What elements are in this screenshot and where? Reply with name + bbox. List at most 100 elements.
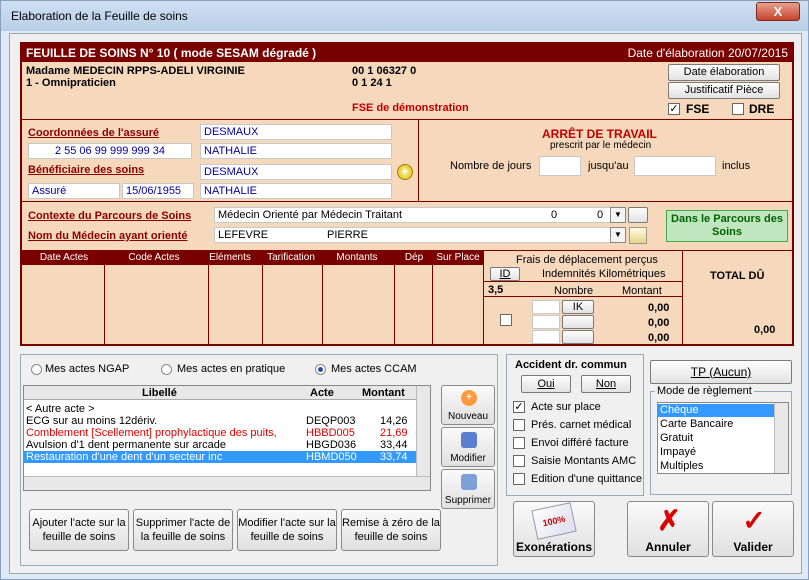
insured-firstname-field[interactable]: NATHALIE bbox=[200, 143, 392, 159]
main-window: Elaboration de la Feuille de soins X FEU… bbox=[0, 0, 809, 580]
until-date-input[interactable] bbox=[634, 156, 716, 176]
row-montant: 33,44 bbox=[380, 439, 408, 451]
days-label: Nombre de jours bbox=[450, 160, 532, 172]
add-act-button[interactable]: Ajouter l'acte sur la feuille de soins bbox=[29, 509, 129, 551]
frais-checkbox[interactable] bbox=[500, 314, 512, 326]
inclus-label: inclus bbox=[722, 160, 751, 172]
amount-1: 0,00 bbox=[648, 302, 670, 314]
edit-icon bbox=[461, 432, 477, 448]
vertical-scrollbar[interactable] bbox=[416, 386, 430, 476]
ik-button-3[interactable] bbox=[562, 330, 594, 344]
col-sur-place: Sur Place bbox=[436, 252, 480, 263]
nouveau-button[interactable]: + Nouveau bbox=[441, 385, 495, 425]
row-acte: HBBD005 bbox=[306, 427, 355, 439]
fse-label: FSE bbox=[686, 102, 710, 116]
fse-checkbox[interactable]: ✓ bbox=[668, 103, 680, 115]
payment-scrollbar[interactable] bbox=[774, 403, 788, 473]
exonerations-button[interactable]: 100% Exonérations bbox=[513, 501, 595, 557]
accident-non-button[interactable]: Non bbox=[581, 375, 631, 393]
col-montant: Montant bbox=[362, 387, 405, 399]
id-button[interactable]: ID bbox=[490, 267, 520, 281]
radio-ccam[interactable] bbox=[315, 364, 326, 375]
carnet-medical-checkbox[interactable] bbox=[513, 419, 525, 431]
valider-button[interactable]: ✓ Valider bbox=[712, 501, 794, 557]
modify-act-button[interactable]: Modifier l'acte sur la feuille de soins bbox=[237, 509, 337, 551]
coord-assure-link[interactable]: Coordonnées de l'assuré bbox=[28, 127, 159, 139]
ik-input-3[interactable] bbox=[532, 330, 560, 344]
days-input[interactable] bbox=[539, 156, 581, 176]
parcours-num-1: 0 bbox=[551, 209, 558, 221]
payment-mode-item[interactable]: Multiples bbox=[660, 460, 703, 472]
insured-name-field[interactable]: DESMAUX bbox=[200, 124, 392, 140]
divider bbox=[22, 201, 792, 202]
list-item[interactable]: ECG sur au moins 12dériv. DEQP003 14,26 bbox=[24, 415, 416, 427]
checkmark-icon: ✓ bbox=[742, 505, 766, 536]
acts-list[interactable]: Libellé Acte Montant < Autre acte > ECG … bbox=[23, 385, 431, 491]
date-elaboration-button[interactable]: Date élaboration bbox=[668, 64, 780, 81]
content-area: FEUILLE DE SOINS N° 10 ( mode SESAM dégr… bbox=[9, 33, 802, 574]
parcours-dropdown-icon[interactable]: ▼ bbox=[610, 207, 626, 223]
payment-mode-item-selected[interactable]: Chèque bbox=[658, 404, 774, 417]
doctor-last: LEFEVRE bbox=[218, 229, 269, 241]
accident-panel: Accident dr. commun Oui Non ✓ Acte sur p… bbox=[506, 354, 644, 496]
list-item[interactable]: < Autre acte > bbox=[24, 403, 416, 415]
radio-ccam-label: Mes actes CCAM bbox=[331, 363, 417, 375]
quittance-checkbox[interactable] bbox=[513, 473, 525, 485]
payment-mode-item[interactable]: Impayé bbox=[660, 446, 696, 458]
justificatif-piece-button[interactable]: Justificatif Pièce bbox=[668, 82, 780, 99]
list-item[interactable]: Avulsion d'1 dent permanente sur arcade … bbox=[24, 439, 416, 451]
nouveau-label: Nouveau bbox=[447, 411, 489, 422]
saisie-amc-checkbox[interactable] bbox=[513, 455, 525, 467]
modifier-button[interactable]: Modifier bbox=[441, 427, 495, 467]
calendar-icon[interactable] bbox=[629, 227, 647, 244]
document-icon: 100% bbox=[531, 502, 577, 540]
elaboration-date: Date d'élaboration 20/07/2015 bbox=[627, 46, 788, 60]
ik-nombre-input[interactable] bbox=[532, 300, 560, 314]
row-libelle: Avulsion d'1 dent permanente sur arcade bbox=[26, 439, 227, 451]
beneficiaire-link[interactable]: Bénéficiaire des soins bbox=[28, 164, 144, 176]
payment-mode-item[interactable]: Gratuit bbox=[660, 432, 693, 444]
delete-act-button[interactable]: Supprimer l'acte de la feuille de soins bbox=[133, 509, 233, 551]
parcours-link[interactable]: Contexte du Parcours de Soins bbox=[28, 210, 191, 222]
row-libelle: ECG sur au moins 12dériv. bbox=[26, 415, 158, 427]
ik-input-2[interactable] bbox=[532, 315, 560, 329]
reset-sheet-button[interactable]: Remise à zéro de la feuille de soins bbox=[341, 509, 441, 551]
col-sep bbox=[394, 251, 395, 344]
horizontal-scrollbar[interactable] bbox=[24, 476, 430, 490]
ik-button-2[interactable] bbox=[562, 315, 594, 329]
list-item-selected[interactable]: Restauration d'une dent d'un secteur inc… bbox=[24, 451, 416, 463]
payment-mode-item[interactable]: Carte Bancaire bbox=[660, 418, 733, 430]
col-sep bbox=[432, 251, 433, 344]
payment-mode-list[interactable]: Chèque Carte Bancaire Gratuit Impayé Mul… bbox=[657, 402, 789, 474]
row-montant: 21,69 bbox=[380, 427, 408, 439]
radio-ngap[interactable] bbox=[31, 364, 42, 375]
parcours-select[interactable]: Médecin Orienté par Médecin Traitant 0 0 bbox=[214, 207, 626, 223]
medecin-oriente-select[interactable]: LEFEVRE PIERRE bbox=[214, 227, 626, 243]
until-label: jusqu'au bbox=[588, 160, 629, 172]
ik-button[interactable]: IK bbox=[562, 300, 594, 314]
medecin-oriente-link[interactable]: Nom du Médecin ayant orienté bbox=[28, 230, 188, 242]
dre-checkbox[interactable] bbox=[732, 103, 744, 115]
accident-oui-button[interactable]: Oui bbox=[521, 375, 571, 393]
envoi-differe-checkbox[interactable] bbox=[513, 437, 525, 449]
row-acte: DEQP003 bbox=[306, 415, 356, 427]
benef-firstname-field[interactable]: NATHALIE bbox=[200, 183, 392, 199]
arret-subtitle: prescrit par le médecin bbox=[550, 140, 652, 151]
tp-button[interactable]: TP (Aucun) bbox=[650, 360, 792, 384]
status-field[interactable]: Assuré bbox=[28, 183, 120, 199]
supprimer-button[interactable]: Supprimer bbox=[441, 469, 495, 509]
accident-title: Accident dr. commun bbox=[515, 359, 627, 371]
benef-name-field[interactable]: DESMAUX bbox=[200, 164, 392, 180]
birthdate-field[interactable]: 15/06/1955 bbox=[122, 183, 194, 199]
radio-pratique[interactable] bbox=[161, 364, 172, 375]
add-beneficiary-icon[interactable]: + bbox=[397, 164, 413, 180]
ssn-field[interactable]: 2 55 06 99 999 999 34 bbox=[28, 143, 192, 159]
parcours-extra-button[interactable] bbox=[628, 207, 648, 223]
acte-sur-place-checkbox[interactable]: ✓ bbox=[513, 401, 525, 413]
list-item[interactable]: Comblement [Scellement] prophylactique d… bbox=[24, 427, 416, 439]
medecin-dropdown-icon[interactable]: ▼ bbox=[610, 227, 626, 243]
radio-pratique-label: Mes actes en pratique bbox=[177, 363, 286, 375]
annuler-label: Annuler bbox=[645, 540, 691, 554]
annuler-button[interactable]: ✗ Annuler bbox=[627, 501, 709, 557]
close-button[interactable]: X bbox=[756, 2, 800, 21]
